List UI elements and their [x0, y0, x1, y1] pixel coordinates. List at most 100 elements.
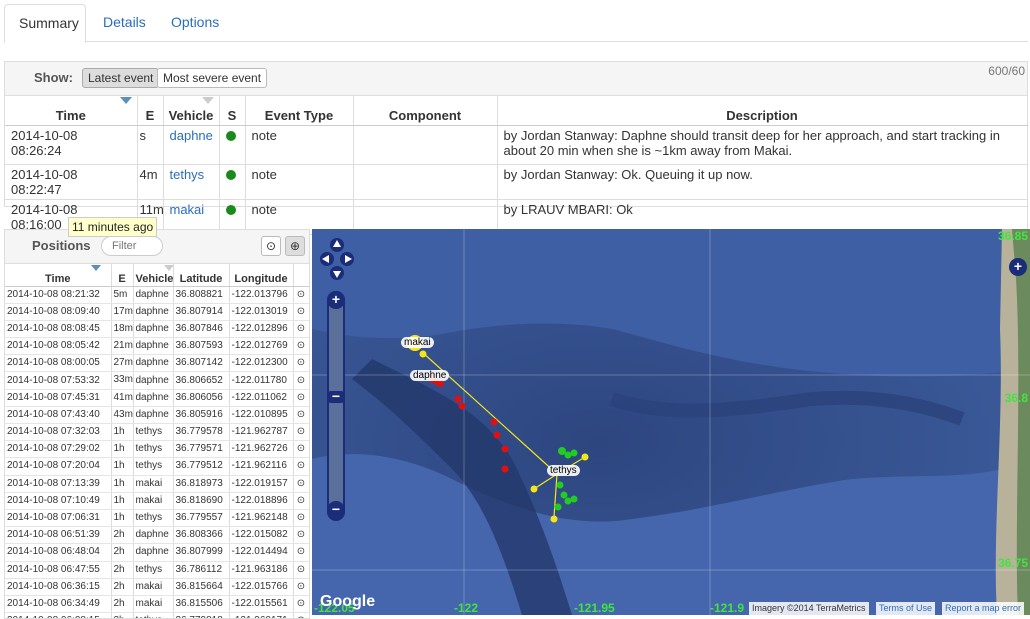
tethys-marker: [556, 481, 564, 489]
position-vehicle: makai: [133, 578, 174, 596]
locate-button[interactable]: ⊙: [261, 236, 281, 256]
zoom-handle[interactable]: −: [327, 389, 345, 403]
position-row[interactable]: 2014-10-08 06:08:152htethys36.779818-121…: [5, 612, 309, 618]
position-row[interactable]: 2014-10-08 07:20:04 1h tethys 36.779512 -121…: [5, 457, 309, 476]
position-row[interactable]: 2014-10-08 06:47:55 2h tethys 36.786112 -121…: [5, 561, 309, 579]
positions-panel: Positions ⊙ ⊕ Time E Vehicle Latitude Lo…: [4, 229, 310, 619]
position-row[interactable]: 2014-10-08 08:05:42 21m daphne 36.807593 -12…: [5, 337, 309, 356]
position-row[interactable]: 2014-10-08 07:29:02 1h tethys 36.779571 -121…: [5, 440, 309, 459]
pos-col-latitude[interactable]: Latitude: [173, 264, 230, 287]
position-row[interactable]: 2014-10-08 07:45:31 41m daphne 36.806056 -12…: [5, 389, 309, 407]
position-row[interactable]: 2014-10-08 08:08:45 18m daphne 36.807846 -12…: [5, 320, 309, 339]
status-ok-icon: [225, 130, 236, 141]
center-on-position-button[interactable]: ⊙: [293, 337, 309, 356]
event-description: by Jordan Stanway: Daphne should transit…: [497, 125, 1028, 165]
position-vehicle: daphne: [133, 354, 174, 373]
col-s[interactable]: S: [219, 96, 246, 126]
pos-col-e[interactable]: E: [111, 264, 134, 287]
center-on-position-button[interactable]: ⊙: [293, 303, 309, 321]
pos-col-time[interactable]: Time: [5, 264, 112, 287]
report-map-error-link[interactable]: Report a map error: [942, 602, 1025, 615]
position-row[interactable]: 2014-10-08 06:36:15 2h makai 36.815664 -122.…: [5, 578, 309, 596]
center-on-position-button[interactable]: ⊙: [293, 423, 309, 442]
event-elapsed: s: [137, 125, 164, 165]
position-longitude: -122.015561: [229, 595, 294, 614]
position-row[interactable]: 2014-10-08 08:00:05 27m daphne 36.807142 -12…: [5, 354, 309, 373]
position-row[interactable]: 2014-10-08 07:53:32 33m daphne 36.806652 -12…: [5, 371, 309, 390]
center-map-button[interactable]: ⊕: [285, 236, 305, 256]
sort-neutral-icon: [163, 265, 174, 271]
terms-of-use-link[interactable]: Terms of Use: [876, 602, 936, 615]
vehicle-label-daphne[interactable]: daphne: [410, 370, 450, 381]
center-on-position-button[interactable]: ⊙: [293, 612, 309, 618]
event-row[interactable]: 2014-10-08 08:22:47 4m tethys note by Jo…: [5, 164, 1028, 200]
center-on-position-button[interactable]: ⊙: [293, 371, 309, 390]
position-latitude: 36.805916: [173, 406, 230, 425]
tab-options[interactable]: Options: [157, 4, 233, 42]
vehicle-label-makai[interactable]: makai: [401, 337, 434, 348]
position-row[interactable]: 2014-10-08 07:10:49 1h makai 36.818690 -122.…: [5, 492, 309, 510]
map-view[interactable]: makai daphne tethys 36.85 36.8 36.75 -12…: [312, 229, 1030, 615]
position-longitude: -121.962148: [229, 509, 294, 528]
center-on-position-button[interactable]: ⊙: [293, 440, 309, 459]
tab-summary[interactable]: Summary: [4, 4, 86, 43]
center-on-position-button[interactable]: ⊙: [293, 578, 309, 596]
center-on-position-button[interactable]: ⊙: [293, 595, 309, 614]
center-on-position-button[interactable]: ⊙: [293, 354, 309, 373]
vehicle-label-tethys[interactable]: tethys: [547, 465, 580, 476]
position-row[interactable]: 2014-10-08 07:43:40 43m daphne 36.805916 -12…: [5, 406, 309, 425]
position-latitude: 36.815506: [173, 595, 230, 614]
pan-control[interactable]: [320, 235, 354, 283]
positions-filter-input[interactable]: [101, 236, 163, 256]
center-on-position-button[interactable]: ⊙: [293, 457, 309, 476]
position-row[interactable]: 2014-10-08 06:48:04 2h daphne 36.807999 -122…: [5, 543, 309, 562]
position-row[interactable]: 2014-10-08 07:13:39 1h makai 36.818973 -122.…: [5, 475, 309, 493]
tethys-marker: [570, 495, 578, 503]
most-severe-event-button[interactable]: Most severe event: [157, 68, 268, 88]
center-on-position-button[interactable]: ⊙: [293, 526, 309, 545]
zoom-in-button[interactable]: +: [327, 291, 345, 309]
col-description[interactable]: Description: [497, 96, 1028, 126]
latest-event-button[interactable]: Latest event: [82, 68, 160, 88]
center-on-position-button[interactable]: ⊙: [293, 492, 309, 510]
col-time[interactable]: Time: [5, 96, 138, 126]
pos-col-longitude[interactable]: Longitude: [229, 264, 294, 287]
center-on-position-button[interactable]: ⊙: [293, 543, 309, 562]
col-event-type[interactable]: Event Type: [245, 96, 354, 126]
position-elapsed: 2h: [111, 526, 134, 545]
center-on-position-button[interactable]: ⊙: [293, 389, 309, 407]
position-row[interactable]: 2014-10-08 07:32:03 1h tethys 36.779578 -121…: [5, 423, 309, 442]
pos-col-vehicle[interactable]: Vehicle: [133, 264, 174, 287]
center-on-position-button[interactable]: ⊙: [293, 561, 309, 579]
makai-marker: [419, 350, 427, 358]
event-vehicle-link[interactable]: tethys: [163, 164, 220, 200]
position-row[interactable]: 2014-10-08 06:34:49 2h makai 36.815506 -122.…: [5, 595, 309, 614]
position-row[interactable]: 2014-10-08 08:21:32 5m daphne 36.808821 -122…: [5, 286, 309, 304]
event-row[interactable]: 2014-10-08 08:26:24 s daphne note by Jor…: [5, 125, 1028, 165]
col-component[interactable]: Component: [353, 96, 498, 126]
tethys-marker: [560, 491, 568, 499]
position-row[interactable]: 2014-10-08 06:51:39 2h daphne 36.808366 -122…: [5, 526, 309, 545]
col-vehicle[interactable]: Vehicle: [163, 96, 220, 126]
position-vehicle: daphne: [133, 389, 174, 407]
position-elapsed: 41m: [111, 389, 134, 407]
position-row[interactable]: 2014-10-08 08:09:40 17m daphne 36.807914 -12…: [5, 303, 309, 321]
target-icon: ⊙: [296, 477, 306, 489]
center-on-position-button[interactable]: ⊙: [293, 406, 309, 425]
center-on-position-button[interactable]: ⊙: [293, 509, 309, 528]
event-vehicle-link[interactable]: daphne: [163, 125, 220, 165]
zoom-slider[interactable]: + − −: [327, 291, 345, 521]
position-latitude: 36.807593: [173, 337, 230, 356]
position-time: 2014-10-08 06:48:04: [5, 543, 112, 562]
tab-details[interactable]: Details: [89, 4, 160, 42]
minus-icon: −: [331, 501, 341, 517]
event-type: note: [245, 125, 354, 165]
zoom-out-button[interactable]: −: [327, 501, 345, 519]
position-row[interactable]: 2014-10-08 07:06:31 1h tethys 36.779557 -121…: [5, 509, 309, 528]
col-e[interactable]: E: [137, 96, 164, 126]
position-longitude: -121.960171: [229, 612, 294, 618]
center-on-position-button[interactable]: ⊙: [293, 320, 309, 339]
center-on-position-button[interactable]: ⊙: [293, 286, 309, 304]
layer-switcher-button[interactable]: +: [1009, 258, 1027, 276]
center-on-position-button[interactable]: ⊙: [293, 475, 309, 493]
